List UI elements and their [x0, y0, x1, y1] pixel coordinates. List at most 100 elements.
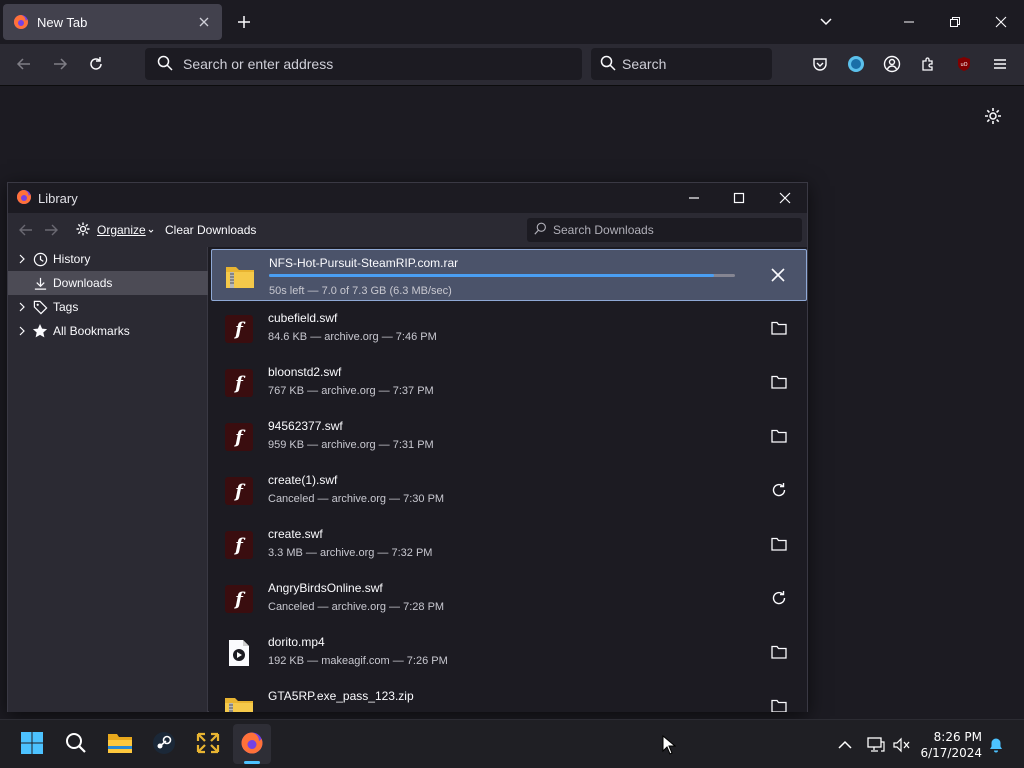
folder-icon[interactable] — [771, 374, 787, 390]
clock-icon — [32, 251, 48, 267]
folder-icon[interactable] — [771, 428, 787, 444]
navigation-toolbar: Search or enter address Search uO — [0, 44, 1024, 85]
chevron-down-icon — [148, 223, 154, 237]
gear-icon — [75, 221, 91, 240]
download-item[interactable]: dorito.mp4 192 KB — makeagif.com — 7:26 P… — [211, 625, 807, 679]
download-item[interactable]: NFS-Hot-Pursuit-SteamRIP.com.rar 50s lef… — [211, 249, 807, 301]
download-status: 3.3 MB — archive.org — 7:32 PM — [268, 547, 433, 559]
flash-icon: f — [223, 421, 255, 453]
pocket-icon[interactable] — [811, 55, 829, 73]
download-progress-bar — [269, 274, 735, 277]
folder-icon[interactable] — [771, 320, 787, 336]
download-filename: NFS-Hot-Pursuit-SteamRIP.com.rar — [269, 256, 459, 270]
clear-downloads-button[interactable]: Clear Downloads — [165, 223, 256, 237]
download-item[interactable]: f AngryBirdsOnline.swf Canceled — archive.… — [211, 571, 807, 625]
search-icon — [534, 222, 547, 238]
url-bar[interactable]: Search or enter address — [145, 48, 582, 80]
downloads-list: NFS-Hot-Pursuit-SteamRIP.com.rar 50s lef… — [209, 247, 807, 712]
steam-icon[interactable] — [150, 729, 178, 757]
chevron-right-icon[interactable] — [16, 326, 28, 336]
sidebar-item-downloads[interactable]: Downloads — [8, 271, 208, 295]
search-downloads-input[interactable]: Search Downloads — [527, 218, 802, 242]
retry-icon[interactable] — [771, 590, 787, 606]
search-icon[interactable] — [62, 729, 90, 757]
ublock-origin-icon[interactable]: uO — [955, 55, 973, 73]
account-icon[interactable] — [883, 55, 901, 73]
clock-time: 8:26 PM — [933, 730, 982, 744]
folder-icon[interactable] — [771, 644, 787, 660]
chevron-right-icon[interactable] — [16, 254, 28, 264]
download-filename: create(1).swf — [268, 473, 338, 487]
minimize-icon[interactable] — [900, 13, 918, 31]
sidebar-item-label: History — [53, 252, 91, 266]
sidebar-item-tags[interactable]: Tags — [8, 295, 208, 319]
download-status: 50s left — 7.0 of 7.3 GB (6.3 MB/sec) — [269, 285, 452, 297]
organize-label: Organize — [97, 223, 146, 237]
mouse-cursor-icon — [662, 734, 677, 755]
close-window-icon[interactable] — [992, 13, 1010, 31]
back-icon[interactable] — [18, 222, 34, 238]
file-explorer-icon[interactable] — [106, 729, 134, 757]
new-tab-icon[interactable] — [235, 13, 253, 31]
retry-icon[interactable] — [771, 482, 787, 498]
gear-icon[interactable] — [983, 106, 1003, 126]
download-item[interactable]: f create.swf 3.3 MB — archive.org — 7:32 P… — [211, 517, 807, 571]
firefox-icon[interactable] — [238, 729, 266, 757]
reload-icon[interactable] — [86, 54, 106, 74]
chevron-right-icon[interactable] — [16, 302, 28, 312]
flash-icon: f — [223, 529, 255, 561]
chevron-up-icon[interactable] — [836, 736, 854, 754]
network-icon[interactable] — [867, 736, 885, 754]
windows-start-icon[interactable] — [18, 729, 46, 757]
maximize-icon[interactable] — [730, 189, 748, 207]
folder-icon[interactable] — [771, 698, 787, 712]
library-window: Library Organize Clear Downloads Search … — [7, 182, 808, 712]
download-item[interactable]: GTA5RP.exe_pass_123.zip — [211, 679, 807, 712]
library-toolbar: Organize Clear Downloads Search Download… — [8, 213, 807, 247]
library-title: Library — [38, 190, 78, 206]
web-search-bar[interactable]: Search — [591, 48, 772, 80]
flash-icon: f — [223, 367, 255, 399]
system-clock[interactable]: 8:26 PM 6/17/2024 — [918, 729, 982, 761]
download-progress-fill — [269, 274, 715, 277]
tab-new-tab[interactable]: New Tab — [3, 4, 222, 40]
zip-folder-icon — [223, 691, 255, 712]
download-icon — [32, 275, 48, 291]
download-item[interactable]: f bloonstd2.swf 767 KB — archive.org — 7:3… — [211, 355, 807, 409]
flash-icon: f — [223, 313, 255, 345]
speaker-muted-icon[interactable] — [893, 736, 911, 754]
sidebar-item-label: Downloads — [53, 276, 113, 290]
extension-globe-icon[interactable] — [847, 55, 865, 73]
folder-icon[interactable] — [771, 536, 787, 552]
zip-folder-icon — [224, 260, 256, 292]
close-tab-icon[interactable] — [196, 14, 212, 30]
taskbar: 8:26 PM 6/17/2024 — [0, 719, 1024, 768]
download-status: 192 KB — makeagif.com — 7:26 PM — [268, 655, 448, 667]
notification-bell-icon[interactable] — [987, 736, 1005, 754]
taskbar-running-indicator — [244, 761, 260, 764]
forward-icon[interactable] — [50, 54, 70, 74]
close-icon[interactable] — [776, 189, 794, 207]
download-item[interactable]: f create(1).swf Canceled — archive.org — 7… — [211, 463, 807, 517]
download-filename: cubefield.swf — [268, 311, 338, 325]
minimize-icon[interactable] — [685, 189, 703, 207]
menu-icon[interactable] — [991, 55, 1009, 73]
list-all-tabs-icon[interactable] — [818, 14, 834, 30]
organize-button[interactable]: Organize — [75, 221, 154, 239]
download-item[interactable]: f cubefield.swf 84.6 KB — archive.org — 7:… — [211, 301, 807, 355]
forward-icon[interactable] — [43, 222, 59, 238]
back-icon[interactable] — [14, 54, 34, 74]
flash-icon: f — [223, 475, 255, 507]
download-status: 767 KB — archive.org — 7:37 PM — [268, 385, 434, 397]
extensions-puzzle-icon[interactable] — [919, 55, 937, 73]
download-item[interactable]: f 94562377.swf 959 KB — archive.org — 7:31… — [211, 409, 807, 463]
app-arrows-icon[interactable] — [194, 729, 222, 757]
cancel-download-icon[interactable] — [770, 267, 786, 283]
download-status: Canceled — archive.org — 7:28 PM — [268, 601, 445, 613]
clock-date: 6/17/2024 — [920, 746, 982, 760]
restore-icon[interactable] — [946, 13, 964, 31]
download-status: 84.6 KB — archive.org — 7:46 PM — [268, 331, 437, 343]
search-downloads-placeholder: Search Downloads — [553, 223, 654, 237]
sidebar-item-all-bookmarks[interactable]: All Bookmarks — [8, 319, 208, 343]
sidebar-item-history[interactable]: History — [8, 247, 208, 271]
